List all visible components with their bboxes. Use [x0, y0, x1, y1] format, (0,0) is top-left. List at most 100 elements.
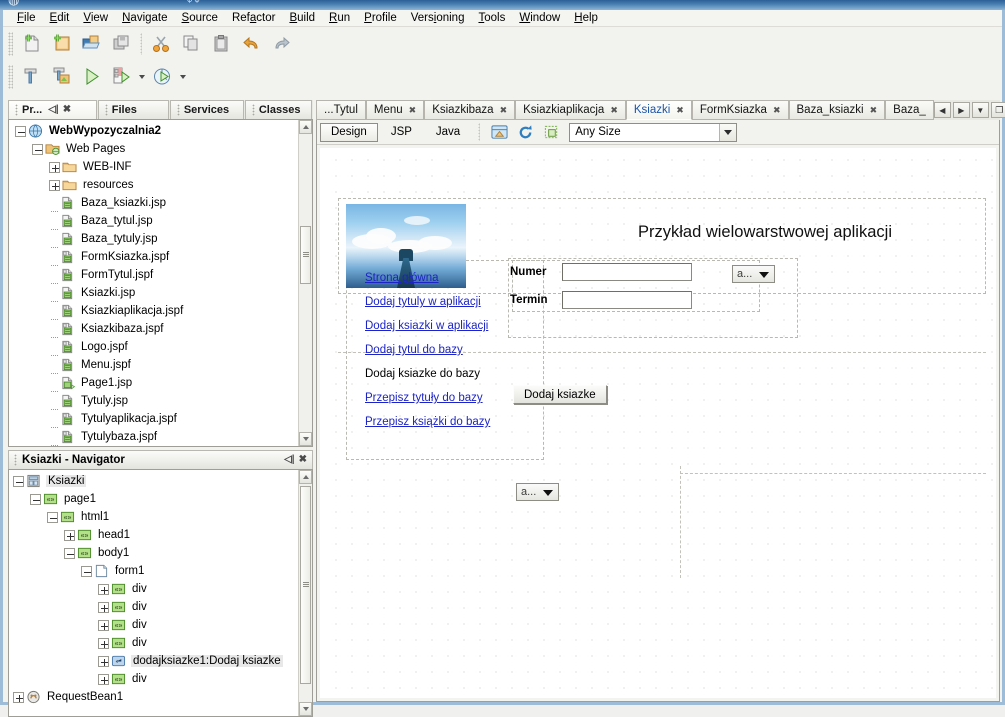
menu-build[interactable]: Build	[282, 11, 322, 25]
scroll-tabs-left-button[interactable]: ◀	[933, 102, 951, 118]
scroll-tabs-right-button[interactable]: ▶	[952, 102, 970, 118]
tab-classes[interactable]: Classes	[244, 100, 312, 119]
undo-icon[interactable]	[236, 30, 266, 58]
editor-tab-menu[interactable]: Menu ✖	[365, 100, 425, 120]
scroll-up-button[interactable]	[299, 470, 312, 484]
editor-tab-ksiazkiaplikacja[interactable]: Ksiazkiaplikacja ✖	[515, 100, 626, 120]
run-icon[interactable]	[76, 63, 106, 91]
projects-tree[interactable]: WebWypozyczalnia2 Web Pages WEB-INF resourc…	[8, 119, 313, 447]
menu-refactor[interactable]: Refactor	[225, 11, 282, 25]
collapse-toggle[interactable]	[15, 125, 26, 137]
navigator-scrollbar[interactable]	[298, 470, 312, 716]
tree-row[interactable]: «» head1	[9, 526, 298, 544]
tree-row[interactable]: «» div	[9, 670, 298, 688]
close-icon[interactable]: ✖	[63, 105, 71, 115]
tree-row[interactable]: Baza_tytuly.jsp	[9, 230, 298, 248]
open-project-icon[interactable]	[76, 30, 106, 58]
collapse-toggle[interactable]	[47, 511, 58, 523]
design-link-7[interactable]: Przepisz książki do bazy	[365, 410, 545, 434]
tree-row[interactable]: Web Pages	[9, 140, 298, 158]
projects-scrollbar[interactable]	[298, 120, 312, 446]
menu-tools[interactable]: Tools	[471, 11, 512, 25]
minimize-icon[interactable]: ◁|	[48, 105, 59, 115]
menu-window[interactable]: Window	[512, 11, 567, 25]
navigator-tree[interactable]: Ksiazki «» page1 «» html1 «» head1 «» body1 form1…	[8, 469, 313, 717]
submit-button[interactable]: Dodaj ksiazke	[513, 385, 607, 404]
expand-toggle[interactable]	[98, 637, 109, 649]
tree-row[interactable]: Tytulybaza.jspf	[9, 428, 298, 446]
scroll-down-button[interactable]	[299, 702, 312, 716]
paste-icon[interactable]	[206, 30, 236, 58]
tree-row[interactable]: «» body1	[9, 544, 298, 562]
refresh-icon[interactable]	[513, 121, 537, 143]
expand-toggle[interactable]	[98, 673, 109, 685]
menu-file[interactable]: File	[10, 11, 43, 25]
tree-row[interactable]: «» div	[9, 598, 298, 616]
input-termin[interactable]	[562, 291, 692, 309]
tab-files[interactable]: Files	[97, 100, 169, 119]
cut-icon[interactable]	[146, 30, 176, 58]
close-icon[interactable]: ✖	[773, 105, 781, 116]
tree-row[interactable]: Ksiazkibaza.jspf	[9, 320, 298, 338]
dropdown-top[interactable]: a...	[732, 265, 775, 283]
view-button-java[interactable]: Java	[425, 123, 471, 142]
tree-row[interactable]: WebWypozyczalnia2	[9, 122, 298, 140]
menu-help[interactable]: Help	[567, 11, 605, 25]
dropdown-bottom[interactable]: a...	[516, 483, 559, 501]
tab-projects[interactable]: Pr... ◁| ✖	[8, 100, 97, 119]
menu-run[interactable]: Run	[322, 11, 357, 25]
scroll-thumb[interactable]	[300, 486, 311, 684]
clean-build-icon[interactable]	[46, 63, 76, 91]
tree-row[interactable]: Ksiazki.jsp	[9, 284, 298, 302]
show-outline-icon[interactable]	[539, 121, 563, 143]
expand-toggle[interactable]	[98, 583, 109, 595]
close-icon[interactable]: ✖	[500, 105, 508, 116]
debug-dropdown-arrow[interactable]	[136, 63, 147, 91]
menu-versioning[interactable]: Versioning	[404, 11, 472, 25]
design-link-3[interactable]: Dodaj ksiazki w aplikacji	[365, 314, 545, 338]
profile-dropdown-arrow[interactable]	[177, 63, 188, 91]
collapse-toggle[interactable]	[32, 143, 43, 155]
tree-row[interactable]: FormTytul.jspf	[9, 266, 298, 284]
debug-icon[interactable]	[106, 63, 136, 91]
tree-row[interactable]: Page1.jsp	[9, 374, 298, 392]
tree-row[interactable]: Baza_tytul.jsp	[9, 212, 298, 230]
menu-edit[interactable]: Edit	[43, 11, 77, 25]
expand-toggle[interactable]	[98, 619, 109, 631]
expand-toggle[interactable]	[98, 655, 109, 667]
tree-row[interactable]: Ksiazkiaplikacja.jspf	[9, 302, 298, 320]
save-all-icon[interactable]	[106, 30, 136, 58]
collapse-toggle[interactable]	[13, 475, 24, 487]
close-icon[interactable]: ✖	[409, 105, 417, 116]
expand-toggle[interactable]	[49, 161, 60, 173]
tree-row[interactable]: Baza_ksiazki.jsp	[9, 194, 298, 212]
close-icon[interactable]: ✖	[610, 105, 618, 116]
minimize-icon[interactable]: ◁|	[284, 455, 295, 465]
editor-tab-ksiazkibaza[interactable]: Ksiazkibaza ✖	[424, 100, 516, 120]
close-icon[interactable]: ✖	[870, 105, 878, 116]
expand-toggle[interactable]	[64, 529, 75, 541]
menu-profile[interactable]: Profile	[357, 11, 404, 25]
editor-tab-formksiazka[interactable]: FormKsiazka ✖	[691, 100, 789, 120]
tree-row[interactable]: dodajksiazke1:Dodaj ksiazke	[9, 652, 298, 670]
tree-row[interactable]: «» page1	[9, 490, 298, 508]
tree-row[interactable]: Tytulyaplikacja.jspf	[9, 410, 298, 428]
close-icon[interactable]: ✖	[676, 105, 684, 116]
tree-row[interactable]: Menu.jspf	[9, 356, 298, 374]
editor-tab-ksiazki[interactable]: Ksiazki ✖	[625, 100, 692, 120]
new-file-icon[interactable]	[16, 30, 46, 58]
toolbar-grip[interactable]	[8, 31, 13, 56]
copy-icon[interactable]	[176, 30, 206, 58]
tree-row[interactable]: FormKsiazka.jspf	[9, 248, 298, 266]
tab-list-button[interactable]: ▼	[971, 102, 989, 118]
tree-row[interactable]: form1	[9, 562, 298, 580]
menu-view[interactable]: View	[76, 11, 115, 25]
preview-in-browser-icon[interactable]	[487, 121, 511, 143]
scroll-down-button[interactable]	[299, 432, 312, 446]
tree-row[interactable]: «» div	[9, 634, 298, 652]
tree-row[interactable]: resources	[9, 176, 298, 194]
design-canvas[interactable]: Przykład wielowarstwowej aplikacji Stron…	[320, 148, 996, 698]
close-icon[interactable]: ✖	[299, 455, 307, 465]
menu-navigate[interactable]: Navigate	[115, 11, 174, 25]
editor-tab-tytul[interactable]: ...Tytul	[316, 100, 366, 120]
